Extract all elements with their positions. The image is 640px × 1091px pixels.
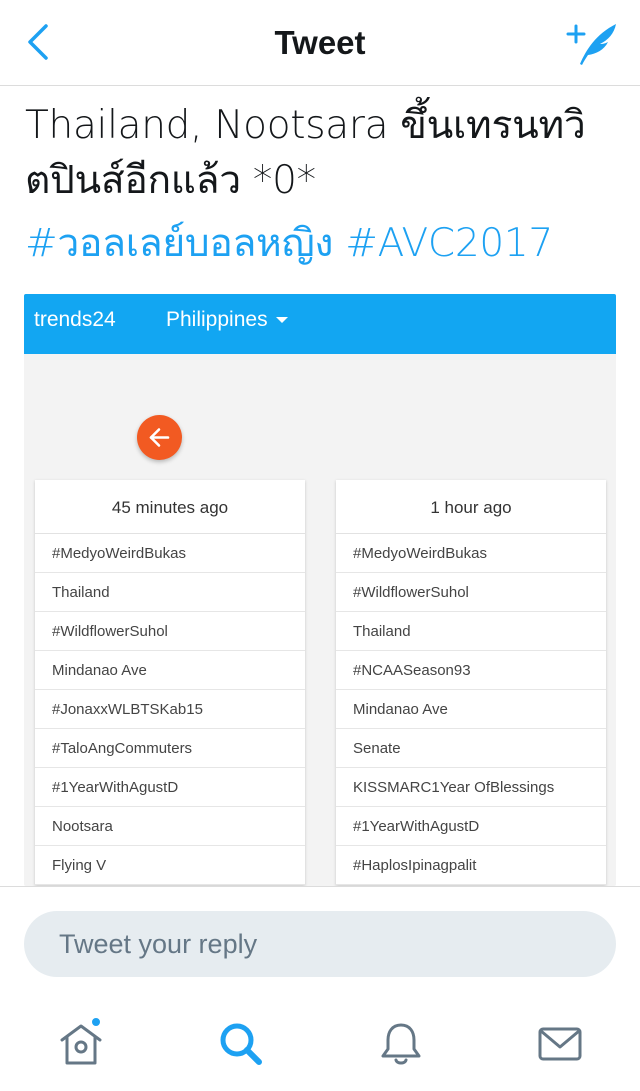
- trend-card: 45 minutes ago #MedyoWeirdBukas Thailand…: [35, 480, 305, 885]
- tweet-text-line: ตปินส์อีกแล้ว *0*: [25, 158, 316, 203]
- trend-item: Mindanao Ave: [35, 651, 305, 690]
- trend-item: #NCAASeason93: [336, 651, 606, 690]
- trend-item: Mindanao Ave: [336, 690, 606, 729]
- trend-item: #WildflowerSuhol: [35, 612, 305, 651]
- tweet-text-line: Thailand, Nootsara ขึ้นเทรนทวิ: [25, 103, 586, 148]
- compose-tweet-icon: [566, 24, 616, 65]
- trend-item: #TaloAngCommuters: [35, 729, 305, 768]
- arrow-left-icon: [149, 428, 170, 447]
- envelope-icon: [538, 1027, 582, 1061]
- trend-card-time: 45 minutes ago: [35, 480, 305, 534]
- trend-item: Nootsara: [35, 807, 305, 846]
- trend-card-time: 1 hour ago: [336, 480, 606, 534]
- media-brand: trends24: [34, 308, 116, 331]
- trend-item: KISSMARC1Year OfBlessings: [336, 768, 606, 807]
- trend-item: #JonaxxWLBTSKab15: [35, 690, 305, 729]
- trend-item: Flying V: [35, 846, 305, 885]
- notification-dot: [90, 1016, 102, 1028]
- tweet-media-image[interactable]: trends24 Philippines 45 minutes ago #Med…: [24, 294, 616, 886]
- hashtag-link[interactable]: #วอลเลย์บอลหญิง: [25, 221, 333, 266]
- media-back-button: [137, 415, 182, 460]
- trend-item: #WildflowerSuhol: [336, 573, 606, 612]
- trend-card: 1 hour ago #MedyoWeirdBukas #WildflowerS…: [336, 480, 606, 885]
- caret-down-icon: [275, 317, 288, 324]
- trend-item: #1YearWithAgustD: [336, 807, 606, 846]
- page-title: Tweet: [274, 24, 366, 61]
- reply-input[interactable]: [24, 911, 616, 977]
- compose-tweet-button[interactable]: [564, 18, 620, 68]
- media-header-bar: trends24 Philippines: [24, 294, 616, 354]
- tab-notifications[interactable]: [376, 1019, 426, 1069]
- search-icon: [220, 1023, 262, 1065]
- tab-messages[interactable]: [535, 1019, 585, 1069]
- tab-search[interactable]: [216, 1019, 266, 1069]
- tweet-hashtags: #วอลเลย์บอลหญิง #AVC2017: [25, 216, 620, 271]
- media-country-select: Philippines: [166, 308, 288, 332]
- trend-item: #1YearWithAgustD: [35, 768, 305, 807]
- media-country-label: Philippines: [166, 308, 268, 331]
- trend-item: #MedyoWeirdBukas: [336, 534, 606, 573]
- hashtag-link[interactable]: #AVC2017: [345, 221, 553, 266]
- top-nav-bar: Tweet: [0, 0, 640, 86]
- trend-item: Thailand: [336, 612, 606, 651]
- trend-item: Thailand: [35, 573, 305, 612]
- trend-item: #MedyoWeirdBukas: [35, 534, 305, 573]
- trend-item: Senate: [336, 729, 606, 768]
- bottom-panel: [0, 886, 640, 1091]
- bell-icon: [381, 1023, 421, 1065]
- trend-item: #HaplosIpinagpalit: [336, 846, 606, 885]
- tweet-text: Thailand, Nootsara ขึ้นเทรนทวิ ตปินส์อีก…: [25, 98, 620, 208]
- tab-home[interactable]: [56, 1016, 106, 1069]
